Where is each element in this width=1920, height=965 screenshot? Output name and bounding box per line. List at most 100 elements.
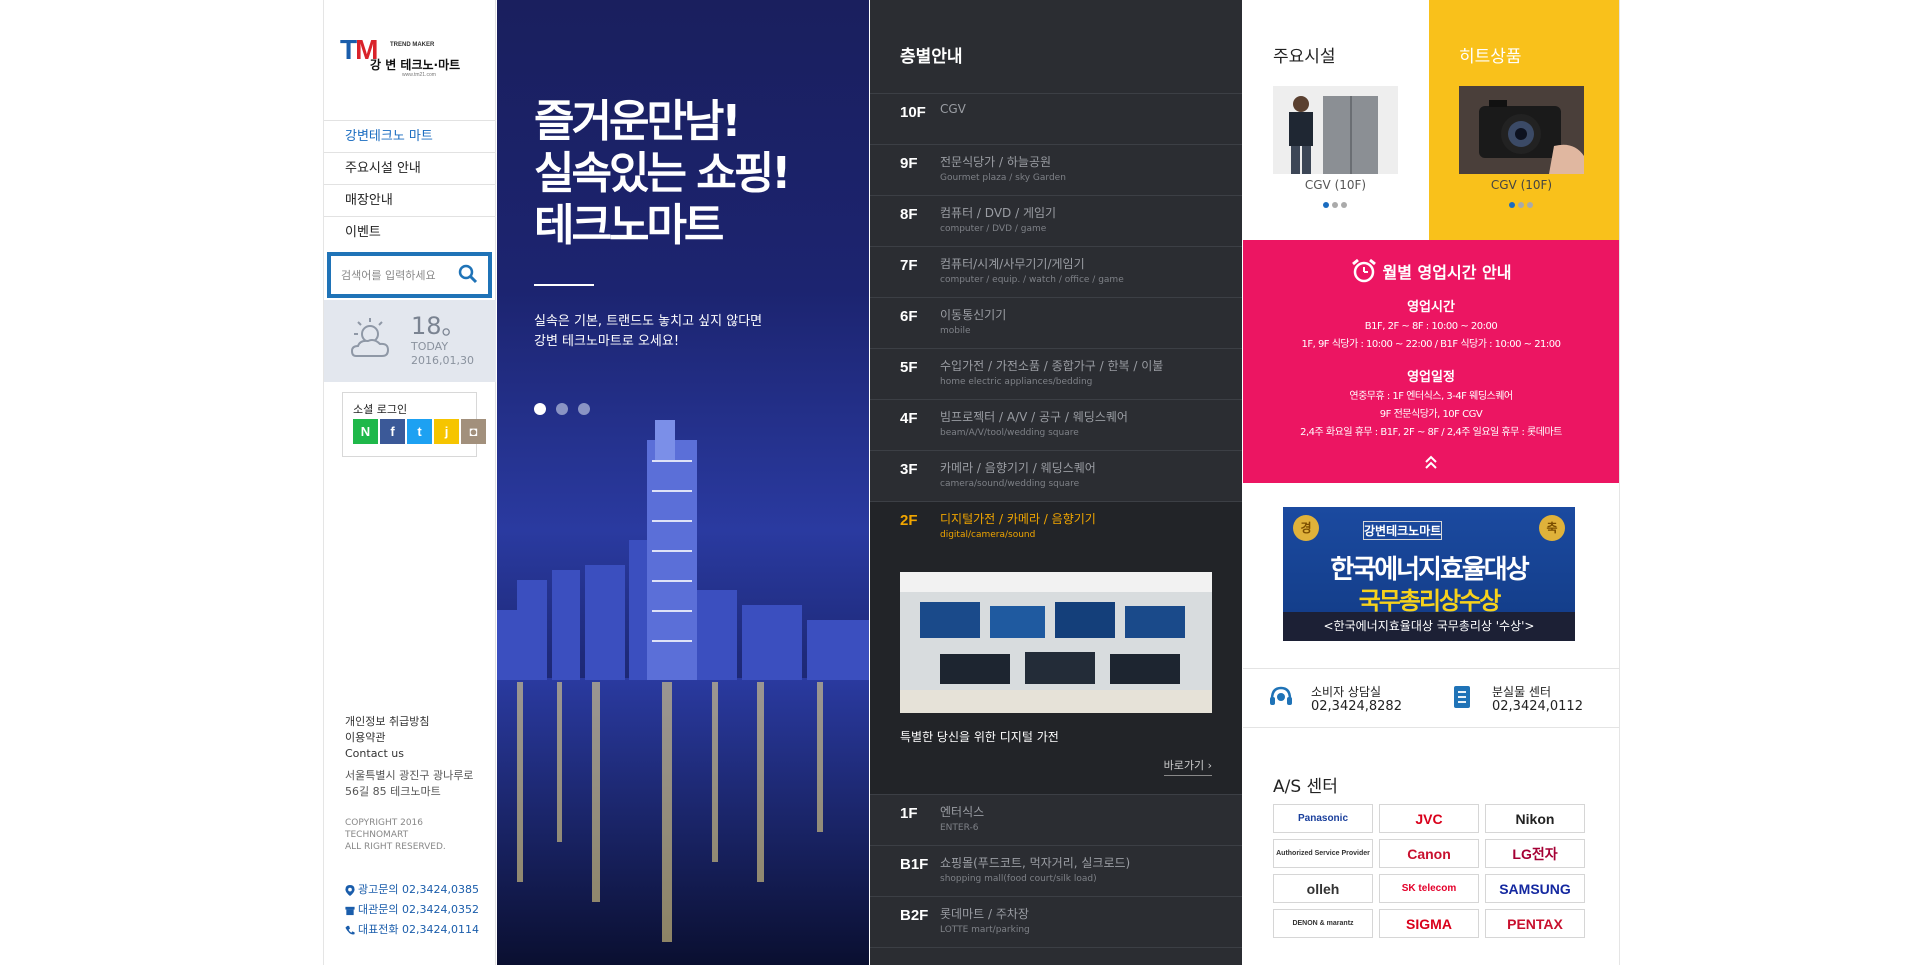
twitter-login-icon[interactable]: t [407, 419, 432, 444]
hero-dot-1[interactable] [534, 403, 546, 415]
partly-cloudy-icon [350, 318, 390, 357]
brand-logo-canon[interactable]: Canon [1379, 839, 1479, 868]
hero-dot-3[interactable] [578, 403, 590, 415]
brand-logo-olleh[interactable]: olleh [1273, 874, 1373, 903]
floor-number: 6F [900, 308, 918, 325]
floor-row-4f[interactable]: 4F 빔프로젝터 / A/V / 공구 / 웨딩스퀘어 beam/A/V/tool/… [870, 400, 1242, 451]
floor-row-6f[interactable]: 6F 이동통신기기 mobile [870, 298, 1242, 349]
hit-product-caption: CGV (10F) [1490, 178, 1553, 192]
brand-logo-nikon[interactable]: Nikon [1485, 804, 1585, 833]
floor-description: 컴퓨터/시계/사무기기/게임기 [940, 257, 1085, 271]
document-list-icon [1454, 686, 1470, 708]
floor-description-en: LOTTE mart/parking [940, 925, 1030, 935]
hit-product-image[interactable] [1459, 86, 1584, 174]
brand-logo-jvc[interactable]: JVC [1379, 804, 1479, 833]
facilities-dot-2[interactable] [1332, 202, 1338, 208]
site-logo[interactable]: TM TREND MAKER 강 변 테크노·마트 www.tm21.com [340, 34, 482, 78]
brand-logo-samsung[interactable]: SAMSUNG [1485, 874, 1585, 903]
hit-dot-3[interactable] [1527, 202, 1533, 208]
nav-item-facilities[interactable]: 주요시설 안내 [324, 152, 496, 184]
floor-row-b1f[interactable]: B1F 쇼핑몰(푸드코트, 먹자거리, 실크로드) shopping mall(fo… [870, 846, 1242, 897]
contact-us-link[interactable]: Contact us [345, 746, 429, 762]
facilities-image[interactable] [1273, 86, 1398, 174]
weather-date: 2016,01,30 [411, 354, 474, 367]
main-phone[interactable]: 대표전화 02,3424,0114 [345, 920, 479, 940]
facilities-dot-3[interactable] [1341, 202, 1347, 208]
collapse-chevron-icon[interactable] [1423, 454, 1439, 470]
naver-login-icon[interactable]: N [353, 419, 378, 444]
contact-bar: 소비자 상담실 02,3424,8282 분실물 센터 02,3424,0112 [1243, 668, 1619, 728]
floor-description-en: mobile [940, 326, 971, 336]
floor-row-5f[interactable]: 5F 수입가전 / 가전소품 / 종합가구 / 한복 / 이불 home elect… [870, 349, 1242, 400]
nav-item-events[interactable]: 이벤트 [324, 216, 496, 248]
brand-logo-authorized-service-provider[interactable]: Authorized Service Provider [1273, 839, 1373, 868]
brand-logo-lg전자[interactable]: LG전자 [1485, 839, 1585, 868]
floor-row-2f[interactable]: 2F 디지털가전 / 카메라 / 음향기기 digital/camera/sound… [870, 502, 1242, 795]
weather-today-label: TODAY [411, 340, 449, 353]
go-to-floor-link[interactable]: 바로가기 › [1163, 757, 1212, 776]
hero-headline: 즐거운만남! 실속있는 쇼핑! 테크노마트 [534, 96, 791, 251]
facebook-login-icon[interactable]: f [380, 419, 405, 444]
hero-dot-2[interactable] [556, 403, 568, 415]
headset-icon [1270, 686, 1292, 705]
facilities-panel: 주요시설 CGV (10F) [1243, 0, 1429, 240]
floor-description-en: camera/sound/wedding square [940, 479, 1080, 489]
business-hours-section: 영업시간 B1F, 2F ~ 8F : 10:00 ~ 20:00 1F, 9F… [1301, 300, 1561, 350]
floor-description: 디지털가전 / 카메라 / 음향기기 [940, 512, 1096, 526]
hit-products-panel: 히트상품 CGV (10F) [1429, 0, 1619, 240]
hit-dot-2[interactable] [1518, 202, 1524, 208]
floor-row-9f[interactable]: 9F 전문식당가 / 하늘공원 Gourmet plaza / sky Garden [870, 145, 1242, 196]
award-banner[interactable]: 경 강변테크노마트 축 한국에너지효율대상 국무총리상수상 <한국에너지효율대상… [1283, 507, 1575, 641]
floor-number: 3F [900, 461, 918, 478]
floor-number: 9F [900, 155, 918, 172]
hit-dot-1[interactable] [1509, 202, 1515, 208]
floor-row-7f[interactable]: 7F 컴퓨터/시계/사무기기/게임기 computer / equip. / wat… [870, 247, 1242, 298]
phone-icon [345, 925, 355, 934]
floor-description-en: ENTER-6 [940, 823, 979, 833]
floor-row-3f[interactable]: 3F 카메라 / 음향기기 / 웨딩스퀘어 camera/sound/wedding… [870, 451, 1242, 502]
brand-logo-sigma[interactable]: SIGMA [1379, 909, 1479, 938]
search-input[interactable]: 검색어를 입력하세요 [341, 267, 436, 283]
facilities-dot-1[interactable] [1323, 202, 1329, 208]
footer-phones: 광고문의 02,3424,0385 대관문의 02,3424,0352 대표전화… [345, 880, 479, 940]
brand-logo-pentax[interactable]: PENTAX [1485, 909, 1585, 938]
floor-number: 2F [900, 512, 918, 529]
floor-description: CGV [940, 102, 966, 116]
search-icon[interactable] [458, 264, 478, 284]
floor-store-photo[interactable] [900, 572, 1212, 713]
floor-description: 컴퓨터 / DVD / 게임기 [940, 206, 1057, 220]
hit-products-title: 히트상품 [1459, 47, 1522, 67]
brand-logo-denon-marantz[interactable]: DENON & marantz [1273, 909, 1373, 938]
award-caption: <한국에너지효율대상 국무총리상 '수상'> [1283, 612, 1575, 641]
as-brand-grid: Panasonic JVC Nikon Authorized Service Prov… [1273, 804, 1585, 938]
privacy-policy-link[interactable]: 개인정보 취급방침 [345, 714, 429, 730]
social-login-title: 소셜 로그인 [353, 403, 408, 416]
as-center-title: A/S 센터 [1273, 777, 1338, 797]
brand-logo-sk-telecom[interactable]: SK telecom [1379, 874, 1479, 903]
floor-row-1f[interactable]: 1F 엔터식스 ENTER-6 [870, 795, 1242, 846]
nav-item-home[interactable]: 강변테크노 마트 [324, 120, 496, 152]
rental-inquiry-phone[interactable]: 대관문의 02,3424,0352 [345, 900, 479, 920]
nav-item-stores[interactable]: 매장안내 [324, 184, 496, 216]
footer-copyright: COPYRIGHT 2016 TECHNOMART ALL RIGHT RESE… [345, 818, 446, 852]
hit-pagination [1509, 202, 1533, 208]
brand-logo-panasonic[interactable]: Panasonic [1273, 804, 1373, 833]
terms-link[interactable]: 이용약관 [345, 730, 429, 746]
floor-number: B1F [900, 856, 929, 873]
floor-description: 롯데마트 / 주차장 [940, 907, 1029, 921]
floor-number: 7F [900, 257, 918, 274]
instagram-login-icon[interactable]: ◘ [461, 419, 486, 444]
floor-row-8f[interactable]: 8F 컴퓨터 / DVD / 게임기 computer / DVD / game [870, 196, 1242, 247]
facilities-caption: CGV (10F) [1304, 178, 1367, 192]
floor-number: 1F [900, 805, 918, 822]
floor-description: 엔터식스 [940, 805, 985, 819]
search-box[interactable]: 검색어를 입력하세요 [327, 252, 492, 298]
hero-banner: 즐거운만남! 실속있는 쇼핑! 테크노마트 실속은 기본, 트랜드도 놓치고 싶… [497, 0, 869, 965]
floor-row-b2f[interactable]: B2F 롯데마트 / 주차장 LOTTE mart/parking [870, 897, 1242, 948]
city-night-skyline-image [497, 420, 869, 965]
floor-description: 전문식당가 / 하늘공원 [940, 155, 1052, 169]
kakao-login-icon[interactable]: j [434, 419, 459, 444]
ad-inquiry-phone[interactable]: 광고문의 02,3424,0385 [345, 880, 479, 900]
hero-divider [534, 284, 594, 286]
floor-row-10f[interactable]: 10F CGV [870, 94, 1242, 145]
